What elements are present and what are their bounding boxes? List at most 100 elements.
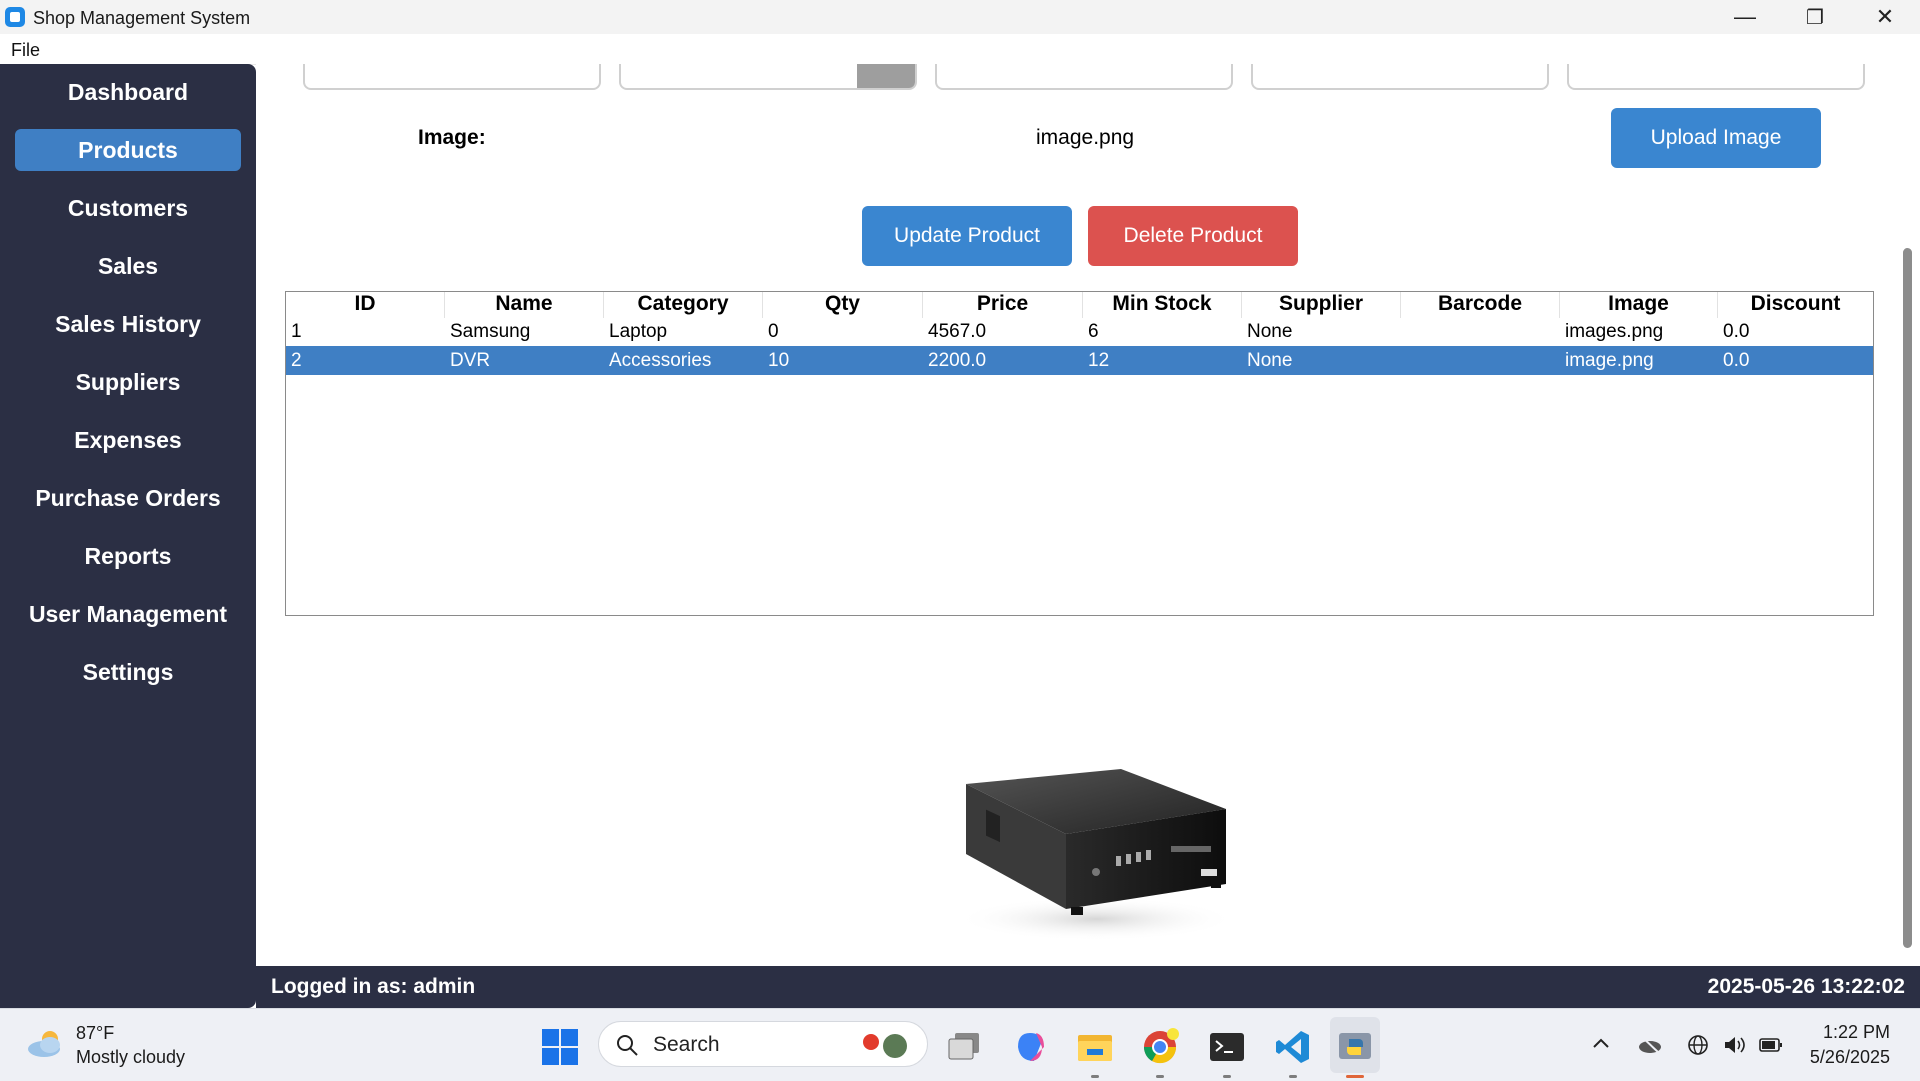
chevron-up-icon[interactable] [1590, 1033, 1612, 1055]
battery-icon[interactable] [1758, 1033, 1784, 1057]
status-bar: Logged in as: admin 2025-05-26 13:22:02 [256, 966, 1920, 1008]
weather-cloud-icon[interactable] [26, 1029, 66, 1059]
menu-file[interactable]: File [11, 40, 40, 61]
file-explorer-icon[interactable] [1075, 1027, 1115, 1067]
sidebar-item-purchase-orders[interactable]: Purchase Orders [15, 477, 241, 519]
python-app-icon[interactable] [1335, 1027, 1375, 1067]
taskbar-search[interactable]: Search [598, 1021, 928, 1067]
product-image-preview [956, 769, 1236, 941]
close-button[interactable]: ✕ [1850, 0, 1920, 34]
dropdown-arrow[interactable] [857, 64, 915, 88]
delete-product-button[interactable]: Delete Product [1088, 206, 1298, 266]
sidebar-item-expenses[interactable]: Expenses [15, 419, 241, 461]
table-row[interactable]: 1 Samsung Laptop 0 4567.0 6 None images.… [286, 317, 1873, 346]
cell-id: 1 [291, 321, 302, 342]
clock-time[interactable]: 1:22 PM [1823, 1022, 1890, 1043]
menu-bar: File [0, 34, 1920, 65]
terminal-icon[interactable] [1207, 1027, 1247, 1067]
form-field-4[interactable] [1251, 64, 1549, 90]
cell-supplier: None [1247, 321, 1293, 342]
search-label: Search [653, 1033, 720, 1056]
cell-price: 2200.0 [928, 350, 987, 371]
column-header-discount[interactable]: Discount [1718, 292, 1873, 318]
column-header-supplier[interactable]: Supplier [1242, 292, 1401, 318]
sidebar-item-settings[interactable]: Settings [15, 651, 241, 693]
update-product-button[interactable]: Update Product [862, 206, 1072, 266]
vscode-icon[interactable] [1273, 1027, 1313, 1067]
weather-description[interactable]: Mostly cloudy [76, 1047, 185, 1068]
taskbar: 87°F Mostly cloudy Search 1:22 PM 5/26/2… [0, 1008, 1920, 1081]
running-indicator [1289, 1075, 1297, 1078]
cell-name: DVR [450, 350, 491, 371]
running-indicator [1156, 1075, 1164, 1078]
cell-barcode [1401, 346, 1406, 375]
category-combobox[interactable] [619, 64, 917, 90]
start-windows-icon[interactable] [540, 1027, 580, 1067]
copilot-icon[interactable] [1010, 1027, 1050, 1067]
column-header-price[interactable]: Price [923, 292, 1083, 318]
column-header-id[interactable]: ID [286, 292, 445, 318]
column-header-category[interactable]: Category [604, 292, 763, 318]
vertical-scrollbar[interactable] [1903, 248, 1912, 948]
table-row-selected[interactable]: 2 DVR Accessories 10 2200.0 12 None imag… [286, 346, 1873, 375]
search-icon [617, 1035, 638, 1056]
cell-category: Laptop [609, 321, 668, 342]
sidebar: Dashboard Products Customers Sales Sales… [0, 64, 256, 1008]
title-bar: Shop Management System — ❐ ✕ [0, 0, 1920, 34]
upload-image-button[interactable]: Upload Image [1611, 108, 1821, 168]
cell-min-stock: 12 [1088, 350, 1110, 371]
cell-discount: 0.0 [1723, 350, 1750, 371]
task-view-icon[interactable] [945, 1027, 985, 1067]
image-filename: image.png [1036, 126, 1135, 149]
sidebar-item-dashboard[interactable]: Dashboard [15, 71, 241, 113]
column-header-name[interactable]: Name [445, 292, 604, 318]
sidebar-item-sales[interactable]: Sales [15, 245, 241, 287]
sidebar-item-user-management[interactable]: User Management [15, 593, 241, 635]
cell-price: 4567.0 [928, 321, 987, 342]
main-content: Image: image.png Upload Image Update Pro… [256, 64, 1920, 966]
column-header-min-stock[interactable]: Min Stock [1083, 292, 1242, 318]
clock-date[interactable]: 5/26/2025 [1810, 1047, 1890, 1068]
close-icon: ✕ [1875, 4, 1895, 29]
sidebar-item-products[interactable]: Products [15, 129, 241, 171]
volume-icon[interactable] [1722, 1033, 1748, 1057]
column-header-barcode[interactable]: Barcode [1401, 292, 1560, 318]
cell-qty: 10 [768, 350, 790, 371]
search-highlight-icon [863, 1034, 907, 1058]
onedrive-icon[interactable] [1637, 1033, 1663, 1055]
weather-temperature[interactable]: 87°F [76, 1023, 114, 1044]
window-title: Shop Management System [33, 8, 251, 28]
form-field-5[interactable] [1567, 64, 1865, 90]
column-header-qty[interactable]: Qty [763, 292, 923, 318]
cell-id: 2 [291, 350, 302, 371]
cell-qty: 0 [768, 321, 779, 342]
logged-in-user: Logged in as: admin [271, 975, 476, 998]
sidebar-item-sales-history[interactable]: Sales History [15, 303, 241, 345]
cell-barcode [1401, 317, 1406, 346]
cell-supplier: None [1247, 350, 1293, 371]
sidebar-item-suppliers[interactable]: Suppliers [15, 361, 241, 403]
restore-icon: ❐ [1806, 6, 1824, 29]
cell-name: Samsung [450, 321, 531, 342]
cell-discount: 0.0 [1723, 321, 1750, 342]
running-indicator [1091, 1075, 1099, 1078]
table-header: ID Name Category Qty Price Min Stock Sup… [286, 292, 1873, 318]
form-field-1[interactable] [303, 64, 601, 90]
minimize-button[interactable]: — [1710, 0, 1780, 34]
running-indicator [1223, 1075, 1231, 1078]
app-icon [5, 7, 25, 27]
form-field-3[interactable] [935, 64, 1233, 90]
sidebar-item-reports[interactable]: Reports [15, 535, 241, 577]
cell-category: Accessories [609, 350, 712, 371]
maximize-button[interactable]: ❐ [1780, 0, 1850, 34]
active-indicator [1346, 1075, 1364, 1078]
minimize-icon: — [1734, 4, 1756, 29]
products-table[interactable]: ID Name Category Qty Price Min Stock Sup… [285, 291, 1874, 616]
cell-min-stock: 6 [1088, 321, 1099, 342]
chrome-icon[interactable] [1140, 1027, 1180, 1067]
cell-image: image.png [1565, 350, 1654, 371]
status-datetime: 2025-05-26 13:22:02 [1707, 975, 1905, 998]
network-globe-icon[interactable] [1686, 1033, 1710, 1057]
column-header-image[interactable]: Image [1560, 292, 1718, 318]
sidebar-item-customers[interactable]: Customers [15, 187, 241, 229]
